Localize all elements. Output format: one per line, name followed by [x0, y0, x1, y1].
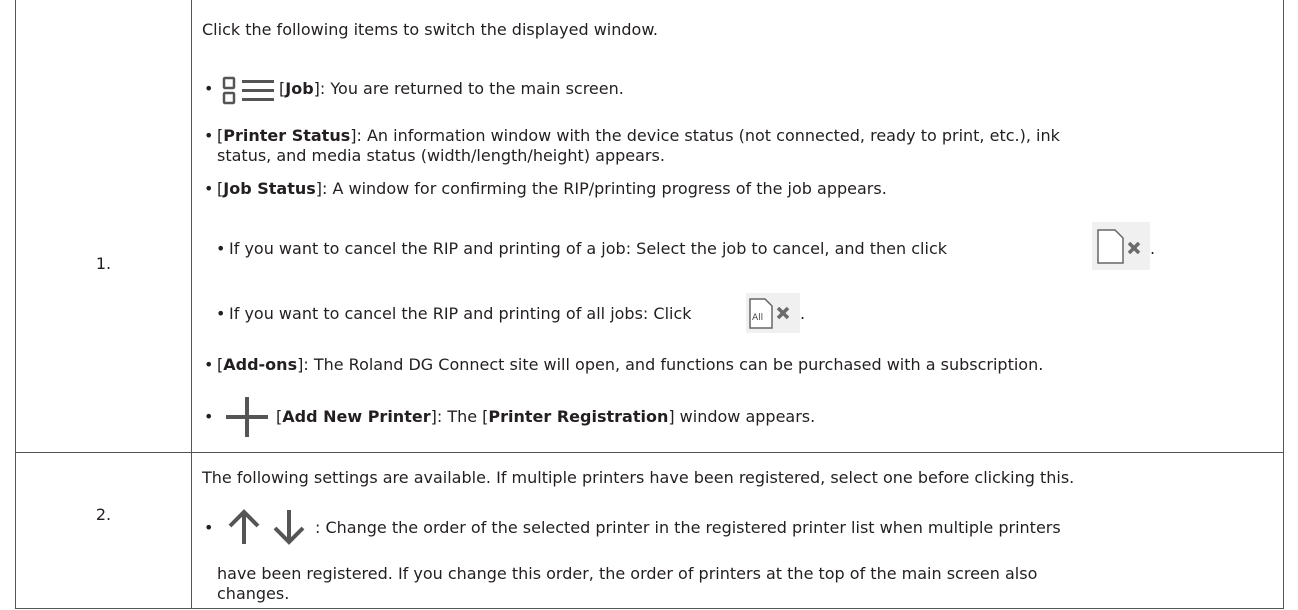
bullet: • — [204, 126, 214, 145]
table-row-2: 2. The following settings are available.… — [16, 453, 1283, 608]
printer-status-label: Printer Status — [223, 126, 351, 145]
period: . — [1150, 239, 1156, 258]
cancel-all-text: If you want to cancel the RIP and printi… — [229, 304, 692, 323]
bullet: • — [204, 518, 214, 537]
order-text-3: changes. — [217, 584, 290, 603]
row-intro: Click the following items to switch the … — [202, 20, 659, 39]
job-item: [Job]: You are returned to the main scre… — [279, 79, 624, 98]
bullet: • — [204, 179, 214, 198]
add-printer-icon — [226, 397, 268, 437]
add-printer-text: : The [ — [436, 407, 489, 426]
job-list-icon — [222, 76, 274, 105]
printer-registration-label: Printer Registration — [488, 407, 669, 426]
cancel-one-text: If you want to cancel the RIP and printi… — [229, 239, 947, 258]
all-icon-label: All — [752, 313, 763, 323]
addons-label: Add-ons — [223, 355, 298, 374]
job-status-item: [Job Status]: A window for confirming th… — [217, 179, 887, 198]
sub-bullet: • — [216, 239, 226, 258]
job-text: : You are returned to the main screen. — [319, 79, 624, 98]
cancel-job-icon — [1092, 222, 1150, 270]
printer-status-text: : An information window with the device … — [356, 126, 1060, 145]
addons-text: : The Roland DG Connect site will open, … — [303, 355, 1044, 374]
job-status-text: : A window for confirming the RIP/printi… — [322, 179, 887, 198]
row-intro: The following settings are available. If… — [202, 468, 1075, 487]
move-up-icon — [228, 509, 260, 544]
add-printer-text-end: ] window appears. — [668, 407, 816, 426]
add-printer-item: [Add New Printer]: The [Printer Registra… — [276, 407, 816, 426]
add-printer-label: Add New Printer — [282, 407, 431, 426]
addons-item: [Add-ons]: The Roland DG Connect site wi… — [217, 355, 1044, 374]
period: . — [800, 304, 806, 323]
table-row-1: 1. Click the following items to switch t… — [16, 0, 1283, 453]
row-number: 2. — [95, 505, 112, 524]
order-text-2: have been registered. If you change this… — [217, 564, 1038, 583]
job-status-label: Job Status — [223, 179, 316, 198]
bullet: • — [204, 355, 214, 374]
move-down-icon — [273, 510, 305, 545]
settings-table: 1. Click the following items to switch t… — [15, 0, 1284, 609]
order-text-1: : Change the order of the selected print… — [315, 518, 1061, 537]
printer-status-item: [Printer Status]: An information window … — [217, 126, 1060, 145]
bullet: • — [204, 407, 214, 426]
printer-status-text-2: status, and media status (width/length/h… — [217, 146, 665, 165]
job-label: Job — [285, 79, 314, 98]
bullet: • — [204, 79, 214, 98]
cancel-all-jobs-icon: All — [746, 293, 800, 333]
sub-bullet: • — [216, 304, 226, 323]
row-number: 1. — [95, 254, 112, 273]
